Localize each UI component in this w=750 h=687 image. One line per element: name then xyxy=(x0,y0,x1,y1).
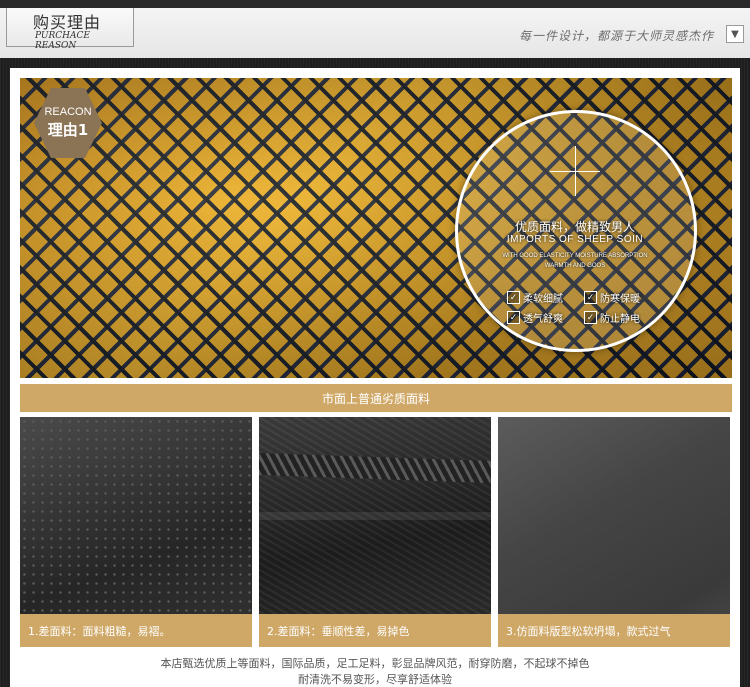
seam-detail xyxy=(259,452,491,484)
circle-line2: WARMTH AND GOOS xyxy=(544,263,606,269)
check-icon: ✓ xyxy=(584,291,597,304)
seam-detail-2 xyxy=(259,512,491,520)
badge-cn: 理由1 xyxy=(47,121,89,139)
slogan: 每一件设计，都源于大师灵感杰作 xyxy=(518,29,714,43)
feature-item: ✓ 防寒保暖 xyxy=(584,290,640,305)
sample-caption: 2.差面料：垂顺性差，易掉色 xyxy=(259,614,491,647)
comparison-banner: 市面上普通劣质面料 xyxy=(20,384,732,412)
footer-note-line2: 耐清洗不易变形，尽享舒适体验 xyxy=(298,673,452,686)
section-title-box: 购买理由 PURCHACE REASON xyxy=(6,8,134,51)
badge-en: REACON xyxy=(44,106,92,118)
feature-label: 防止静电 xyxy=(600,314,640,325)
circle-subtitle: IMPORTS OF SHEEP SOIN xyxy=(506,234,644,245)
sample-caption: 1.差面料：面料粗糙，易褶。 xyxy=(20,614,252,647)
top-bar xyxy=(0,0,750,8)
sample-image-1: 1.差面料：面料粗糙，易褶。 xyxy=(20,417,252,647)
check-icon: ✓ xyxy=(584,311,597,324)
section-title-en: PURCHACE REASON xyxy=(35,31,90,51)
sample-caption: 3.仿面料版型松软坍塌，款式过气 xyxy=(498,614,730,647)
crosshair-icon-vertical xyxy=(575,146,576,196)
check-icon: ✓ xyxy=(507,311,520,324)
feature-item: ✓ 防止静电 xyxy=(584,310,640,325)
circle-line1: WITH GOOD ELASTICITY MOISTURE ABSORPTION xyxy=(502,253,648,259)
circle-title: 优质面料，做精致男人 xyxy=(514,220,635,234)
feature-label: 防寒保暖 xyxy=(600,294,640,305)
section-header: 购买理由 PURCHACE REASON 每一件设计，都源于大师灵感杰作 ▼ xyxy=(0,8,750,58)
footer-note-line1: 本店甄选优质上等面料，国际品质，足工足料，彰显品牌风范，耐穿防磨，不起球不掉色 xyxy=(160,657,590,670)
check-icon: ✓ xyxy=(507,291,520,304)
sample-image-2: 2.差面料：垂顺性差，易掉色 xyxy=(259,417,491,647)
chevron-down-icon[interactable]: ▼ xyxy=(726,25,744,43)
feature-item: ✓ 透气舒爽 xyxy=(507,310,563,325)
section-title: 购买理由 xyxy=(33,13,102,32)
feature-label: 透气舒爽 xyxy=(523,314,563,325)
feature-label: 柔软细腻 xyxy=(523,294,563,305)
feature-item: ✓ 柔软细腻 xyxy=(507,290,563,305)
sample-image-3: 3.仿面料版型松软坍塌，款式过气 xyxy=(498,417,730,647)
